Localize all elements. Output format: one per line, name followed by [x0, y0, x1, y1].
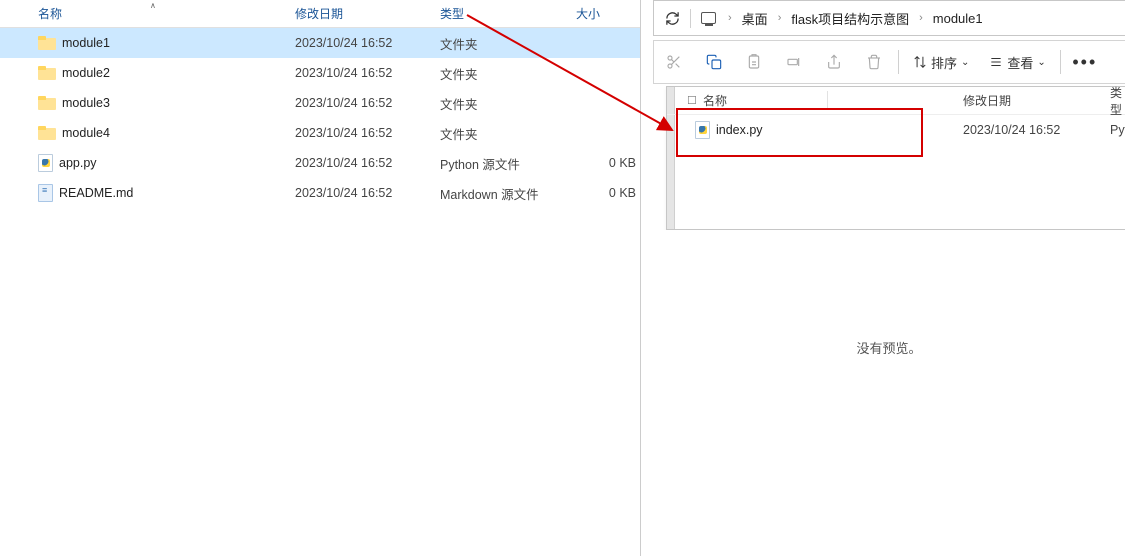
file-name: module3 — [62, 96, 110, 110]
chevron-down-icon: ⌄ — [1037, 57, 1045, 68]
column-header-type[interactable]: 类型 — [1110, 84, 1125, 118]
chevron-right-icon: › — [722, 12, 738, 24]
file-row[interactable]: module2 2023/10/24 16:52 文件夹 — [0, 58, 640, 88]
file-type: 文件夹 — [440, 34, 478, 53]
file-list-pane-left: ∧ 名称 修改日期 类型 大小 module1 2023/10/24 16:52… — [0, 0, 641, 556]
file-name: README.md — [59, 186, 133, 200]
folder-icon — [38, 126, 56, 140]
breadcrumb[interactable]: › 桌面 › flask项目结构示意图 › module1 — [690, 9, 1125, 28]
file-date: 2023/10/24 16:52 — [295, 36, 392, 50]
markdown-file-icon — [38, 184, 53, 202]
folder-icon — [38, 36, 56, 50]
file-type: 文件夹 — [440, 124, 478, 143]
file-row[interactable]: index.py 2023/10/24 16:52 Pyt — [667, 115, 1125, 145]
preview-pane: 没有预览。 — [653, 230, 1125, 556]
file-type: 文件夹 — [440, 94, 478, 113]
view-label: 查看 — [1007, 53, 1033, 72]
chevron-right-icon: › — [913, 12, 929, 24]
file-name: app.py — [59, 156, 97, 170]
chevron-right-icon: › — [772, 12, 788, 24]
file-name: module4 — [62, 126, 110, 140]
cut-button[interactable] — [654, 42, 694, 82]
share-button[interactable] — [814, 42, 854, 82]
delete-button[interactable] — [854, 42, 894, 82]
file-date: 2023/10/24 16:52 — [295, 156, 392, 170]
python-file-icon — [38, 154, 53, 172]
file-name: module2 — [62, 66, 110, 80]
file-name: module1 — [62, 36, 110, 50]
file-row[interactable]: module4 2023/10/24 16:52 文件夹 — [0, 118, 640, 148]
file-type: Markdown 源文件 — [440, 184, 539, 203]
python-file-icon — [695, 121, 710, 139]
column-separator[interactable] — [827, 91, 828, 110]
toolbar: 排序 ⌄ 查看 ⌄ ••• — [653, 40, 1125, 84]
file-size: 0 KB — [576, 186, 636, 200]
column-header-name[interactable]: 名称 — [703, 92, 727, 109]
breadcrumb-item[interactable]: module1 — [933, 11, 983, 26]
file-row[interactable]: module1 2023/10/24 16:52 文件夹 — [0, 28, 640, 58]
address-bar: › 桌面 › flask项目结构示意图 › module1 — [653, 0, 1125, 36]
file-date: 2023/10/24 16:52 — [295, 66, 392, 80]
paste-button[interactable] — [734, 42, 774, 82]
rename-button[interactable] — [774, 42, 814, 82]
separator — [1060, 50, 1061, 74]
folder-icon — [38, 66, 56, 80]
column-header-name[interactable]: 名称 — [38, 5, 62, 22]
column-header-type[interactable]: 类型 — [440, 5, 464, 22]
more-button[interactable]: ••• — [1065, 42, 1105, 82]
file-date: 2023/10/24 16:52 — [295, 186, 392, 200]
file-row[interactable]: README.md 2023/10/24 16:52 Markdown 源文件 … — [0, 178, 640, 208]
refresh-button[interactable] — [654, 0, 690, 36]
file-date: 2023/10/24 16:52 — [963, 123, 1060, 137]
file-date: 2023/10/24 16:52 — [295, 126, 392, 140]
file-date: 2023/10/24 16:52 — [295, 96, 392, 110]
chevron-down-icon: ⌄ — [961, 57, 969, 68]
separator — [898, 50, 899, 74]
column-header-size[interactable]: 大小 — [576, 5, 600, 22]
folder-icon — [38, 96, 56, 110]
file-type: 文件夹 — [440, 64, 478, 83]
chevron-up-icon: ∧ — [150, 1, 156, 10]
breadcrumb-item[interactable]: 桌面 — [742, 9, 768, 28]
checkbox-icon[interactable]: ☐ — [687, 94, 697, 107]
copy-button[interactable] — [694, 42, 734, 82]
file-list-pane-right: ☐ 名称 修改日期 类型 index.py 2023/10/24 16:52 P… — [666, 86, 1125, 230]
file-name: index.py — [716, 123, 763, 137]
sort-label: 排序 — [931, 53, 957, 72]
file-row[interactable]: app.py 2023/10/24 16:52 Python 源文件 0 KB — [0, 148, 640, 178]
no-preview-label: 没有预览。 — [653, 338, 1125, 357]
column-header-date[interactable]: 修改日期 — [295, 5, 343, 22]
monitor-icon — [701, 12, 716, 24]
file-type: Pyt — [1110, 123, 1125, 137]
breadcrumb-item[interactable]: flask项目结构示意图 — [791, 9, 909, 28]
file-size: 0 KB — [576, 156, 636, 170]
column-header-row: ☐ 名称 修改日期 类型 — [667, 87, 1125, 115]
file-type: Python 源文件 — [440, 154, 520, 173]
file-row[interactable]: module3 2023/10/24 16:52 文件夹 — [0, 88, 640, 118]
column-header-date[interactable]: 修改日期 — [963, 92, 1011, 109]
sort-button[interactable]: 排序 ⌄ — [903, 53, 979, 72]
view-button[interactable]: 查看 ⌄ — [979, 53, 1055, 72]
column-header-row: ∧ 名称 修改日期 类型 大小 — [0, 0, 640, 28]
